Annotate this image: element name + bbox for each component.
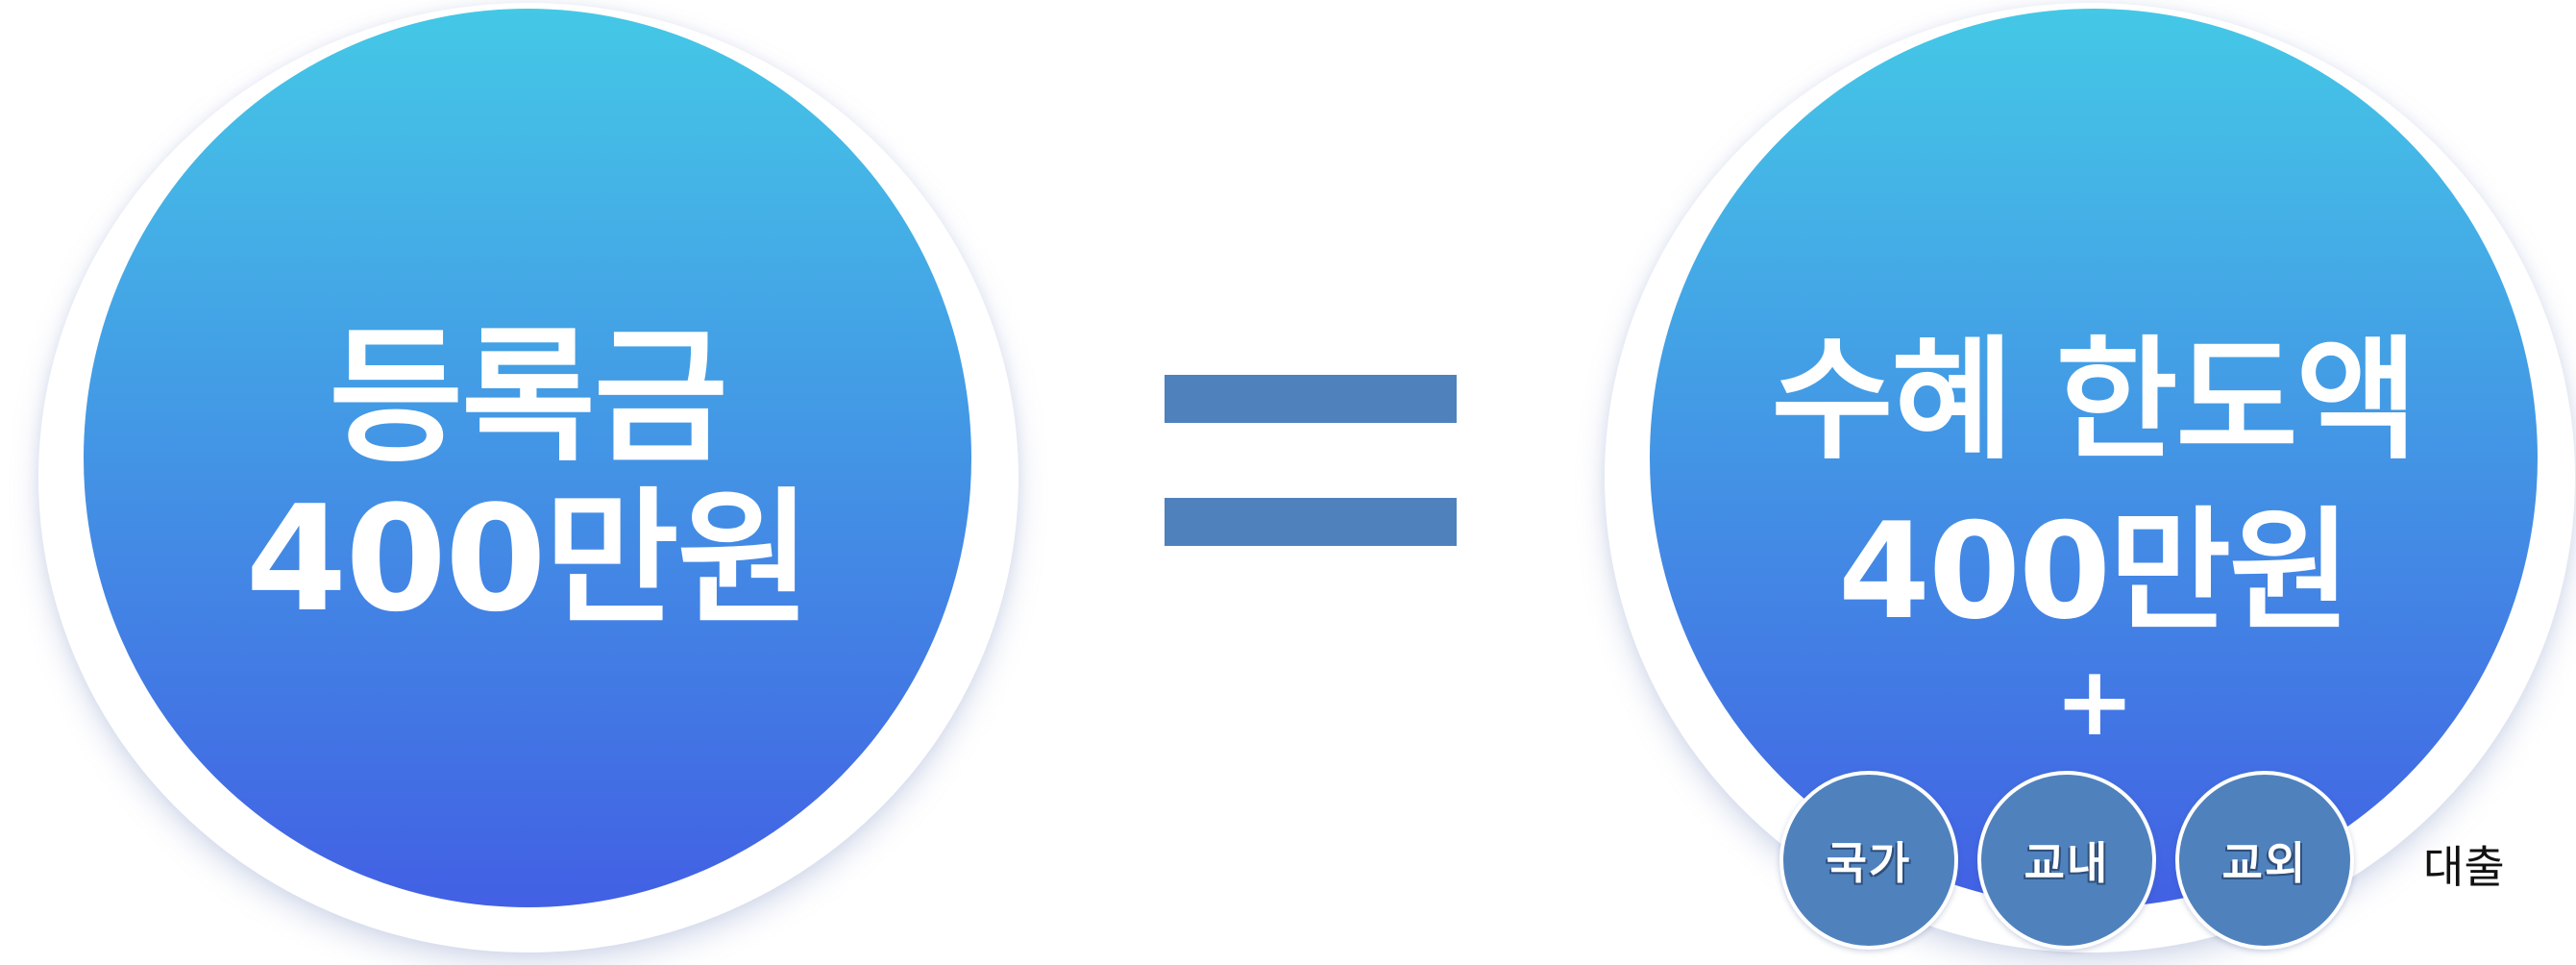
component-off-campus-label: 교외	[2221, 837, 2308, 889]
component-national: 국가	[1779, 771, 1958, 950]
component-on-campus-label: 교내	[2024, 837, 2110, 889]
component-off-campus: 교외	[2175, 771, 2354, 950]
benefit-limit-label: 수혜 한도액	[1771, 323, 2418, 478]
tuition-label: 등록금	[329, 312, 728, 482]
component-on-campus: 교내	[1977, 771, 2156, 950]
left-circle-text: 등록금 400만원	[84, 317, 971, 640]
benefit-limit-amount: 400만원	[1838, 494, 2351, 649]
plus-sign: +	[2054, 645, 2135, 757]
equals-bar-top	[1165, 375, 1457, 423]
component-national-label: 국가	[1826, 837, 1912, 889]
right-circle-text: 수혜 한도액 400만원	[1650, 315, 2538, 657]
equals-bar-bottom	[1165, 498, 1457, 546]
tuition-amount: 400만원	[245, 474, 812, 644]
loan-label: 대출	[2423, 841, 2505, 893]
